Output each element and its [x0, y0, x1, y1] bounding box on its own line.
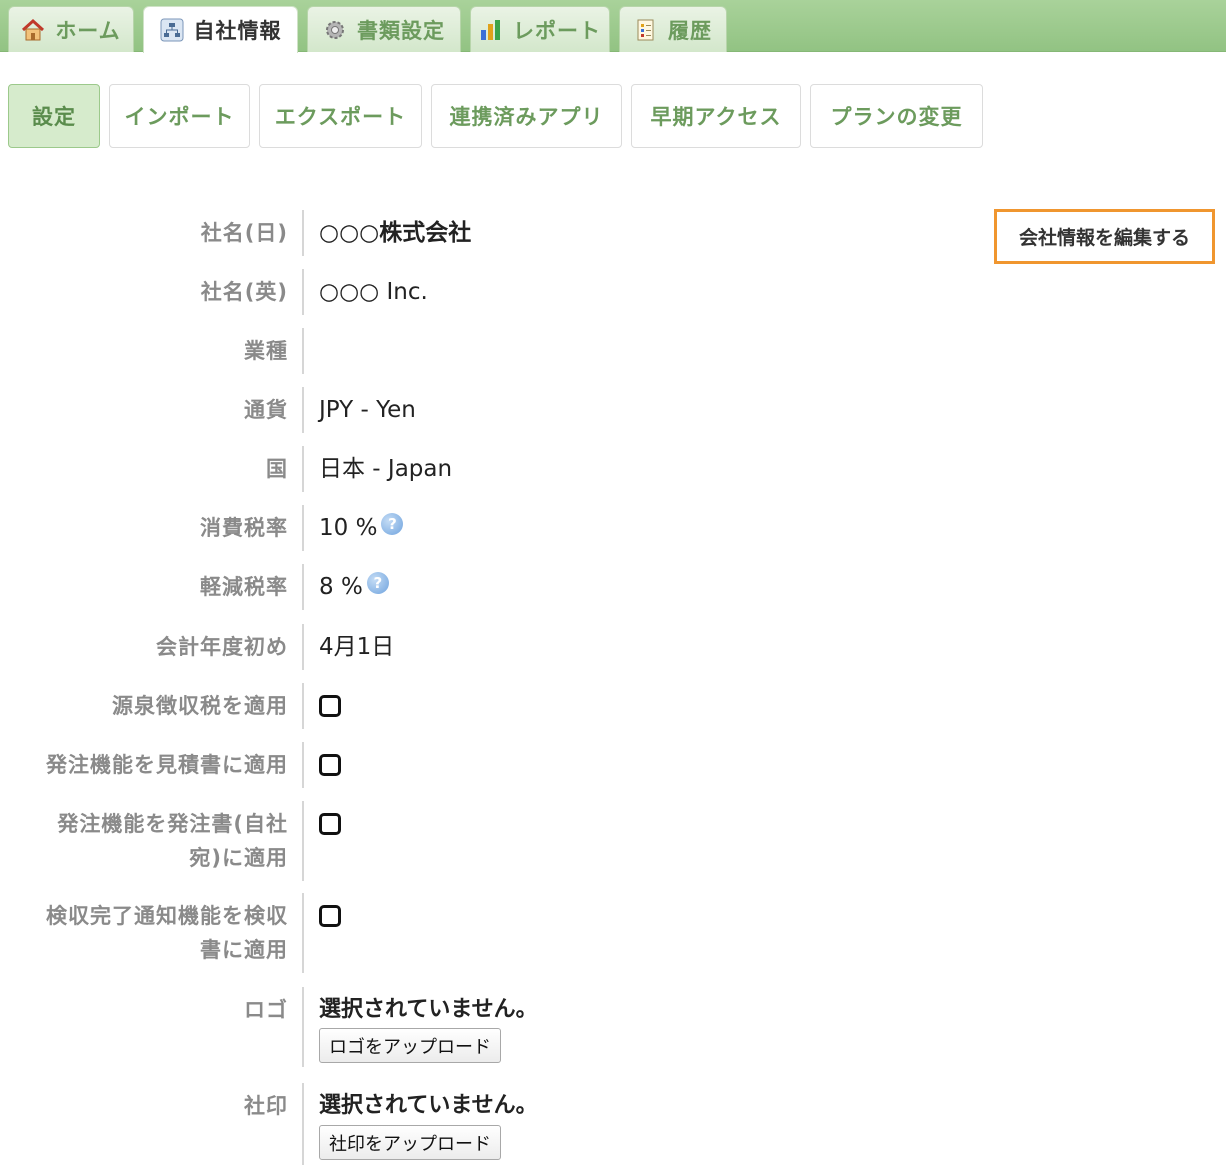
- seal-status: 選択されていません。: [319, 1093, 538, 1118]
- subnav-connected-apps[interactable]: 連携済みアプリ: [431, 84, 622, 148]
- field-label-line1: 発注機能を発注書(自社: [57, 812, 288, 836]
- divider: [302, 505, 304, 551]
- company-name-en: ○○○ Inc.: [319, 279, 428, 305]
- org-chart-icon: [160, 18, 184, 42]
- reduced-tax-rate-value: 8 %: [319, 574, 363, 600]
- field-label: 軽減税率: [200, 575, 288, 599]
- field-label: 消費税率: [200, 516, 288, 540]
- field-label-line2: 書に適用: [200, 938, 288, 962]
- subnav-early-access[interactable]: 早期アクセス: [631, 84, 801, 148]
- tab-label: 履歴: [668, 18, 712, 43]
- country-value: 日本 - Japan: [319, 456, 453, 482]
- field-label-line2: 宛)に適用: [189, 846, 288, 870]
- divider: [302, 564, 304, 610]
- field-label: ロゴ: [244, 998, 288, 1022]
- history-icon: [634, 18, 658, 42]
- divider: [302, 987, 304, 1067]
- divider: [302, 742, 304, 788]
- currency-value: JPY - Yen: [319, 397, 416, 423]
- tab-home[interactable]: ホーム: [8, 6, 134, 52]
- bar-chart-icon: [479, 18, 503, 42]
- divider: [302, 683, 304, 729]
- inspection-checkbox[interactable]: [319, 905, 341, 927]
- tab-company-info[interactable]: 自社情報: [143, 6, 298, 53]
- tab-label: ホーム: [55, 18, 121, 43]
- subnav-change-plan[interactable]: プランの変更: [810, 84, 983, 148]
- reduced-tax-rate-value-wrap: 8 %?: [319, 570, 389, 604]
- divider: [302, 328, 304, 374]
- tax-rate-value-wrap: 10 %?: [319, 511, 404, 545]
- divider: [302, 387, 304, 433]
- tab-label: 書類設定: [357, 18, 445, 43]
- field-label: 通貨: [244, 398, 288, 422]
- subnav-export[interactable]: エクスポート: [259, 84, 422, 148]
- tab-history[interactable]: 履歴: [619, 6, 727, 52]
- tax-rate-value: 10 %: [319, 515, 378, 541]
- field-label: 発注機能を見積書に適用: [46, 753, 288, 777]
- tab-label: 自社情報: [193, 19, 282, 43]
- gear-icon: [323, 18, 347, 42]
- company-name-ja: ○○○株式会社: [319, 220, 472, 246]
- upload-seal-button[interactable]: 社印をアップロード: [319, 1125, 501, 1160]
- field-label: 社名(日): [200, 221, 288, 245]
- logo-status: 選択されていません。: [319, 997, 538, 1022]
- main-tab-bar: ホーム 自社情報 書類設定 レポート 履歴: [0, 0, 1226, 53]
- field-label-line1: 検収完了通知機能を検収: [46, 904, 288, 928]
- field-label: 国: [266, 457, 288, 481]
- field-label: 業種: [244, 339, 288, 363]
- subnav-settings[interactable]: 設定: [8, 84, 100, 148]
- divider: [302, 1083, 304, 1165]
- upload-logo-button[interactable]: ロゴをアップロード: [319, 1028, 501, 1063]
- edit-company-info-button[interactable]: 会社情報を編集する: [994, 209, 1215, 264]
- divider: [302, 269, 304, 315]
- tab-label: レポート: [513, 18, 601, 43]
- withholding-checkbox[interactable]: [319, 695, 341, 717]
- field-label: 会計年度初め: [156, 635, 288, 659]
- tab-document-settings[interactable]: 書類設定: [307, 6, 461, 52]
- question-icon[interactable]: ?: [381, 513, 404, 535]
- divider: [302, 893, 304, 973]
- question-icon[interactable]: ?: [366, 572, 389, 594]
- field-label: 社印: [244, 1094, 288, 1118]
- fiscal-start-value: 4月1日: [319, 634, 395, 660]
- subnav-import[interactable]: インポート: [109, 84, 250, 148]
- tab-reports[interactable]: レポート: [470, 6, 610, 52]
- field-label: 源泉徴収税を適用: [112, 694, 288, 718]
- divider: [302, 624, 304, 670]
- field-label: 社名(英): [200, 280, 288, 304]
- order-on-estimate-checkbox[interactable]: [319, 754, 341, 776]
- divider: [302, 446, 304, 492]
- home-icon: [21, 18, 45, 42]
- divider: [302, 801, 304, 881]
- divider: [302, 210, 304, 256]
- order-on-po-checkbox[interactable]: [319, 813, 341, 835]
